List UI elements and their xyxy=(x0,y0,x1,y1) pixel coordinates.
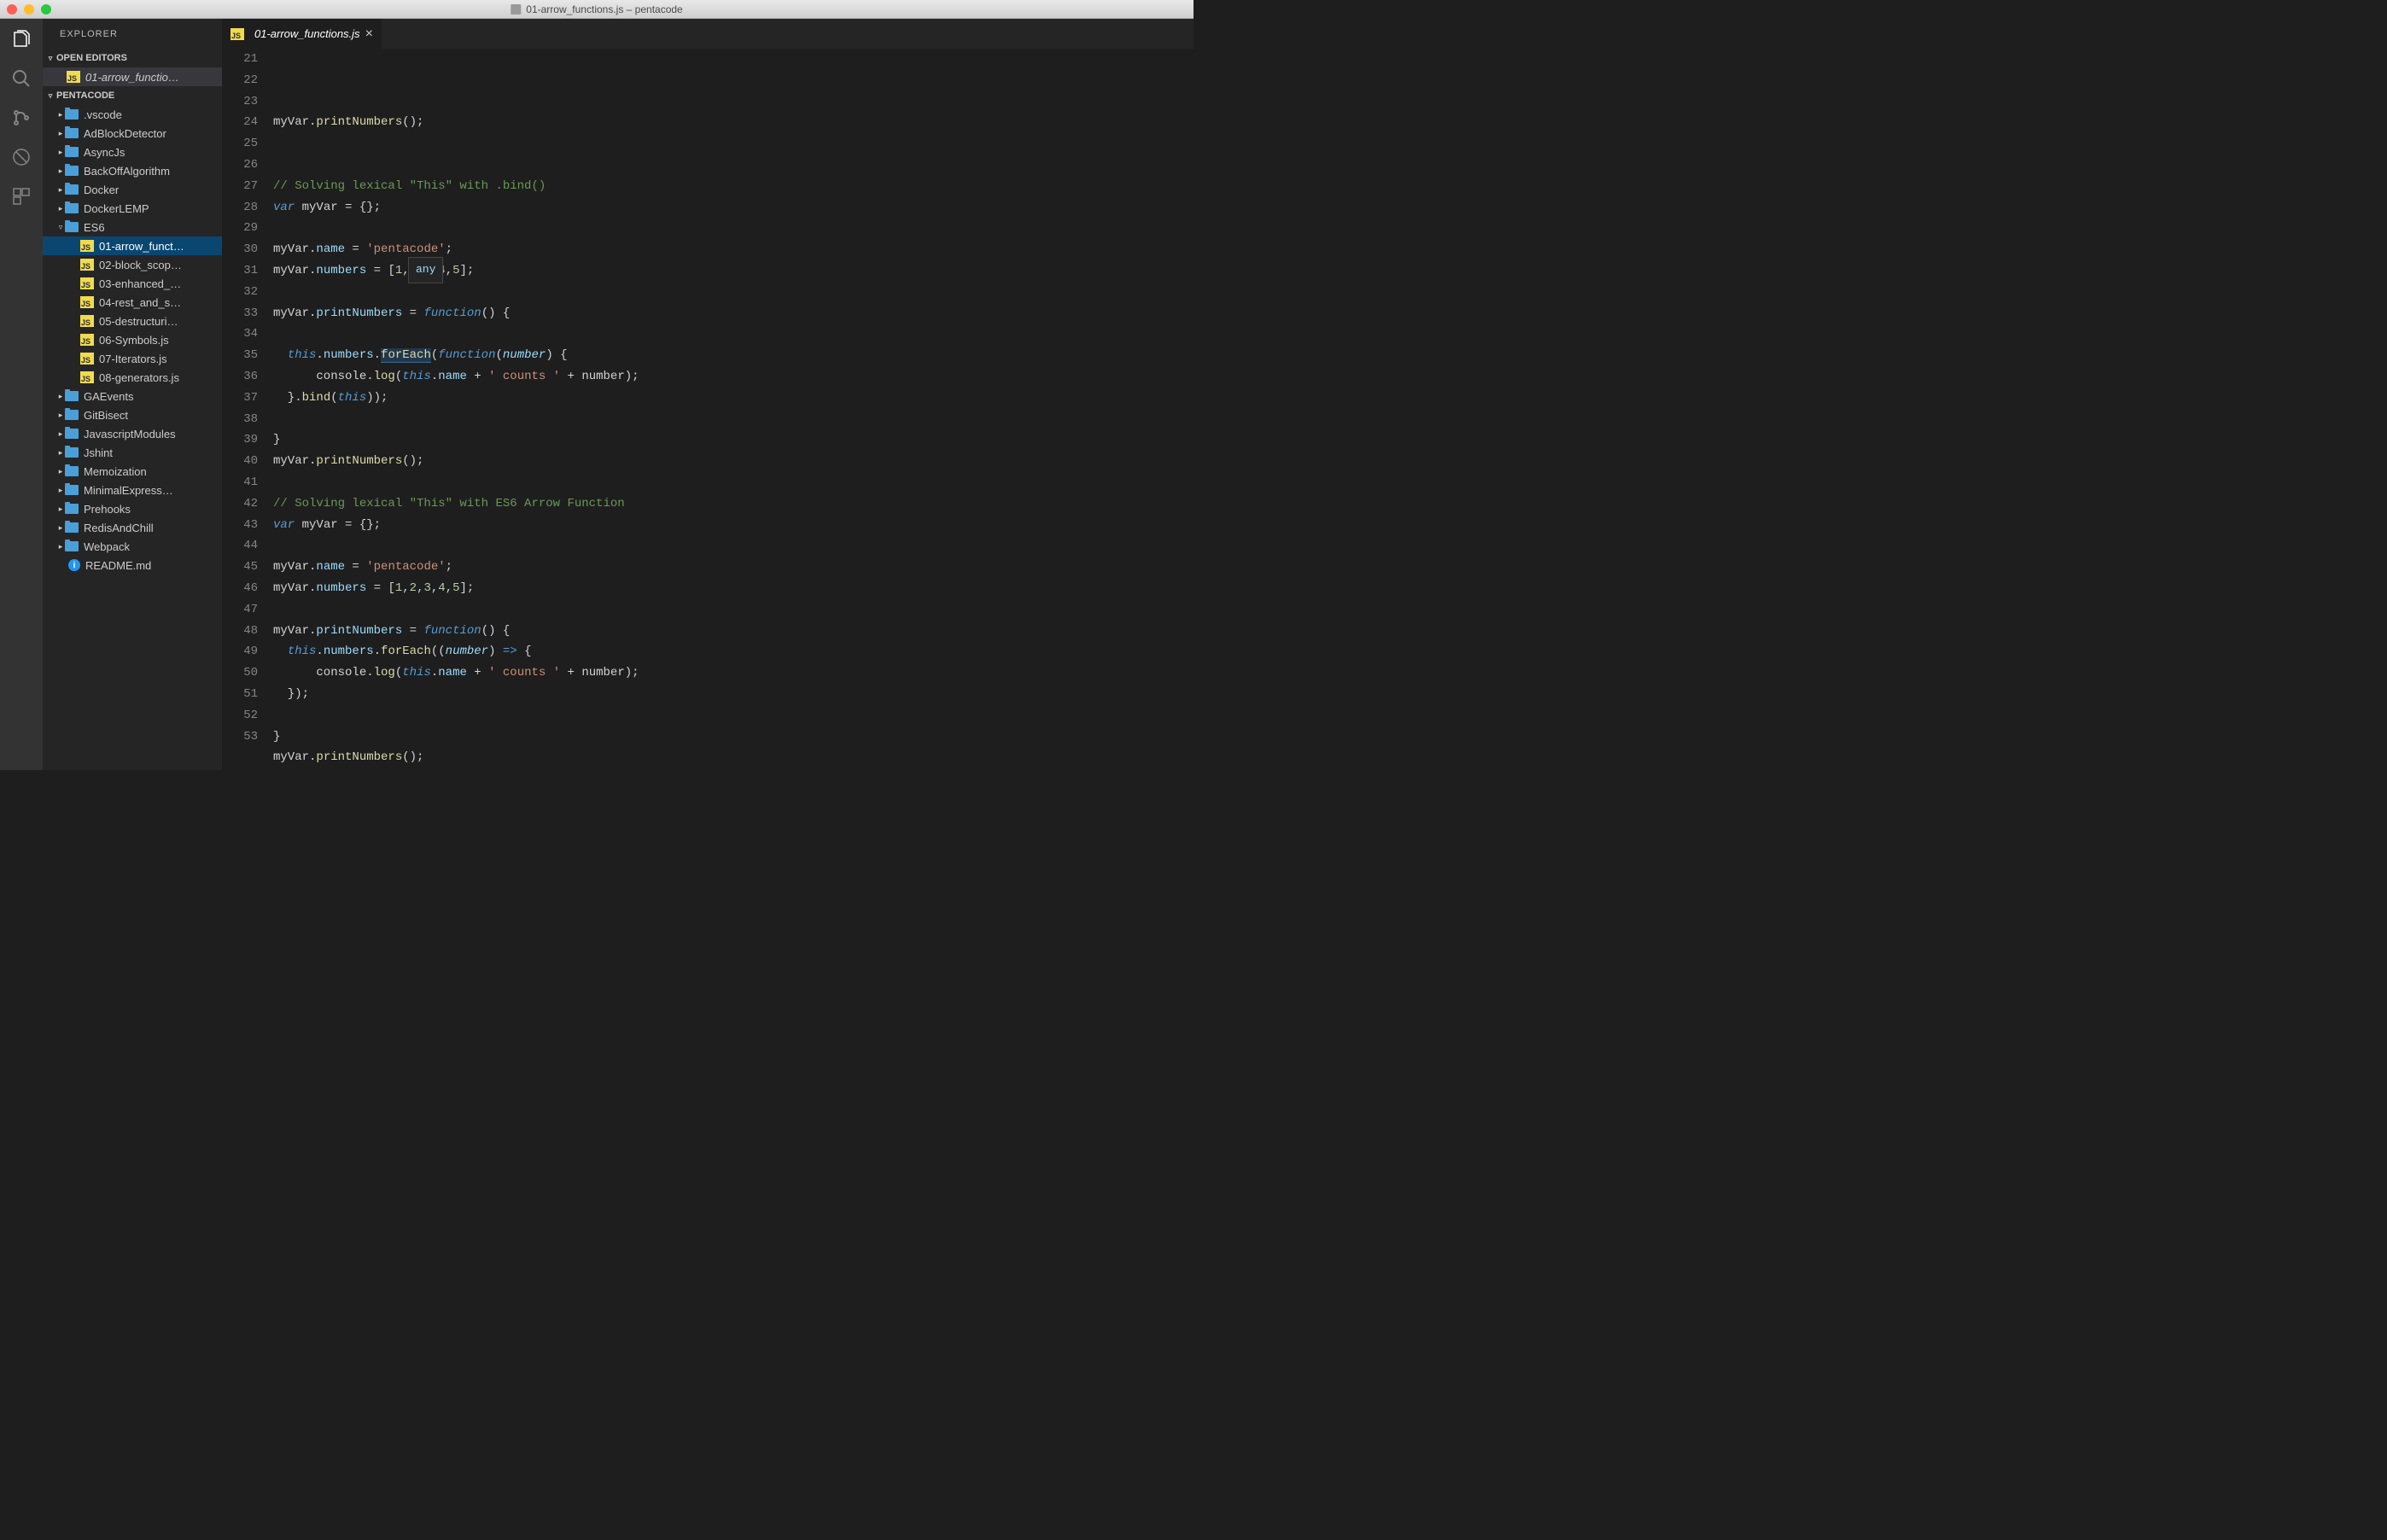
js-file-icon: JS xyxy=(80,353,94,365)
folder-icon xyxy=(65,466,79,476)
js-file-icon: JS xyxy=(80,334,94,346)
folder-icon xyxy=(65,522,79,533)
chevron-icon: ▸ xyxy=(56,110,65,120)
sidebar-title: EXPLORER xyxy=(43,19,222,49)
folder-item[interactable]: ▸Memoization xyxy=(43,462,222,481)
folder-item[interactable]: ▸Docker xyxy=(43,180,222,199)
chevron-icon: ▸ xyxy=(56,185,65,195)
file-item[interactable]: JS02-block_scop… xyxy=(43,255,222,274)
folder-icon xyxy=(65,222,79,232)
chevron-icon: ▸ xyxy=(56,429,65,439)
open-editor-item[interactable]: JS 01-arrow_functio… xyxy=(43,67,222,86)
folder-item[interactable]: ▿ES6 xyxy=(43,218,222,236)
file-item[interactable]: JS07-Iterators.js xyxy=(43,349,222,368)
file-item[interactable]: JS08-generators.js xyxy=(43,368,222,387)
js-file-icon: JS xyxy=(67,71,80,83)
folder-item[interactable]: ▸BackOffAlgorithm xyxy=(43,161,222,180)
file-item[interactable]: JS05-destructuri… xyxy=(43,312,222,330)
chevron-icon: ▸ xyxy=(56,166,65,176)
folder-icon xyxy=(65,429,79,439)
js-file-icon: JS xyxy=(80,315,94,327)
chevron-icon: ▸ xyxy=(56,523,65,533)
folder-item[interactable]: ▸JavascriptModules xyxy=(43,424,222,443)
sidebar: EXPLORER ▿ OPEN EDITORS JS 01-arrow_func… xyxy=(43,19,222,770)
file-item[interactable]: JS06-Symbols.js xyxy=(43,330,222,349)
line-gutter: 2122232425262728293031323334353637383940… xyxy=(222,49,273,770)
chevron-icon: ▸ xyxy=(56,392,65,401)
folder-icon xyxy=(65,485,79,495)
file-item[interactable]: iREADME.md xyxy=(43,556,222,575)
folder-icon xyxy=(65,184,79,195)
folder-item[interactable]: ▸AsyncJs xyxy=(43,143,222,161)
chevron-icon: ▸ xyxy=(56,542,65,551)
chevron-down-icon: ▿ xyxy=(46,91,55,101)
folder-icon xyxy=(65,109,79,120)
editor-area: JS 01-arrow_functions.js × 2122232425262… xyxy=(222,19,1194,770)
open-editors-header[interactable]: ▿ OPEN EDITORS xyxy=(43,49,222,67)
search-icon[interactable] xyxy=(9,67,33,90)
folder-item[interactable]: ▸MinimalExpress… xyxy=(43,481,222,499)
file-item[interactable]: JS01-arrow_funct… xyxy=(43,236,222,255)
folder-item[interactable]: ▸AdBlockDetector xyxy=(43,124,222,143)
js-file-icon: JS xyxy=(80,371,94,383)
chevron-icon: ▸ xyxy=(56,467,65,476)
activity-bar xyxy=(0,19,43,770)
chevron-icon: ▸ xyxy=(56,448,65,458)
file-item[interactable]: JS04-rest_and_s… xyxy=(43,293,222,312)
folder-item[interactable]: ▸GAEvents xyxy=(43,387,222,405)
folder-icon xyxy=(65,541,79,551)
folder-icon xyxy=(65,504,79,514)
titlebar: 01-arrow_functions.js – pentacode xyxy=(0,0,1194,19)
chevron-icon: ▸ xyxy=(56,411,65,420)
folder-icon xyxy=(65,166,79,176)
minimize-window-button[interactable] xyxy=(24,4,34,15)
folder-icon xyxy=(65,447,79,458)
folder-item[interactable]: ▸Jshint xyxy=(43,443,222,462)
chevron-icon: ▸ xyxy=(56,129,65,138)
info-icon: i xyxy=(68,559,80,571)
folder-item[interactable]: ▸Webpack xyxy=(43,537,222,556)
file-item[interactable]: JS03-enhanced_… xyxy=(43,274,222,293)
folder-item[interactable]: ▸Prehooks xyxy=(43,499,222,518)
folder-icon xyxy=(65,203,79,213)
folder-icon xyxy=(65,410,79,420)
chevron-icon: ▸ xyxy=(56,486,65,495)
chevron-icon: ▸ xyxy=(56,204,65,213)
js-file-icon: JS xyxy=(231,28,244,40)
chevron-icon: ▿ xyxy=(56,223,65,232)
chevron-icon: ▸ xyxy=(56,505,65,514)
close-tab-icon[interactable]: × xyxy=(365,27,373,41)
explorer-icon[interactable] xyxy=(9,27,33,51)
tab-bar: JS 01-arrow_functions.js × xyxy=(222,19,1194,49)
project-header[interactable]: ▿ PENTACODE xyxy=(43,86,222,105)
chevron-down-icon: ▿ xyxy=(46,54,55,63)
source-control-icon[interactable] xyxy=(9,106,33,130)
folder-item[interactable]: ▸RedisAndChill xyxy=(43,518,222,537)
window-title: 01-arrow_functions.js – pentacode xyxy=(511,3,682,15)
js-file-icon: JS xyxy=(80,277,94,289)
debug-icon[interactable] xyxy=(9,145,33,169)
js-file-icon: JS xyxy=(80,296,94,308)
extensions-icon[interactable] xyxy=(9,184,33,208)
chevron-icon: ▸ xyxy=(56,148,65,157)
close-window-button[interactable] xyxy=(7,4,17,15)
folder-icon xyxy=(65,391,79,401)
js-file-icon: JS xyxy=(80,259,94,271)
code-editor[interactable]: 2122232425262728293031323334353637383940… xyxy=(222,49,1194,770)
js-file-icon: JS xyxy=(80,240,94,252)
maximize-window-button[interactable] xyxy=(41,4,51,15)
folder-item[interactable]: ▸.vscode xyxy=(43,105,222,124)
file-icon xyxy=(511,4,521,15)
folder-icon xyxy=(65,128,79,138)
code-content[interactable]: any myVar.printNumbers(); // Solving lex… xyxy=(273,49,1194,770)
folder-item[interactable]: ▸GitBisect xyxy=(43,405,222,424)
hover-tooltip: any xyxy=(408,257,443,283)
folder-icon xyxy=(65,147,79,157)
tab-active[interactable]: JS 01-arrow_functions.js × xyxy=(222,19,382,49)
folder-item[interactable]: ▸DockerLEMP xyxy=(43,199,222,218)
